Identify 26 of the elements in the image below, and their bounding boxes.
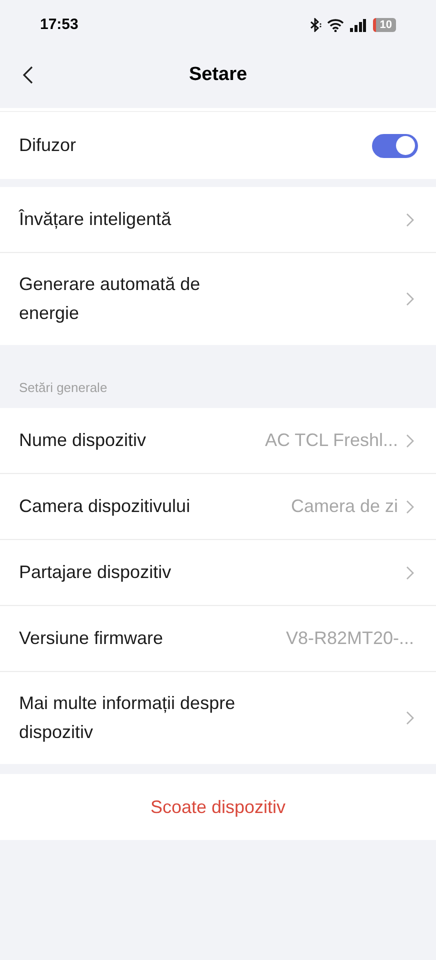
setting-label: Învățare inteligentă <box>19 208 172 231</box>
status-time: 17:53 <box>40 14 78 35</box>
setting-label: Mai multe informații despre dispozitiv <box>19 692 236 744</box>
chevron-icon <box>406 500 414 514</box>
bluetooth-icon <box>310 18 322 32</box>
setting-label: Nume dispozitiv <box>19 429 146 452</box>
chevron-icon <box>406 566 414 580</box>
toggle-switch[interactable] <box>372 134 418 158</box>
setting-label: Generare automată de energie <box>19 273 202 325</box>
chevron-icon <box>406 212 414 226</box>
battery-indicator: 10 <box>372 18 396 32</box>
setting-label: Versiune firmware <box>19 627 164 650</box>
section-header: Setări generale <box>19 378 108 397</box>
chevron-icon <box>406 711 414 725</box>
setting-value: V8-R82MT20-... <box>286 627 414 650</box>
setting-value: AC TCL Freshl... <box>264 429 398 452</box>
chevron-icon <box>406 292 414 306</box>
setting-label: Camera dispozitivului <box>19 495 190 518</box>
setting-value: Camera de zi <box>290 495 398 518</box>
remove-device-button[interactable]: Scoate dispozitiv <box>0 774 436 840</box>
setting-label: Partajare dispozitiv <box>19 561 172 584</box>
setting-label: Difuzor <box>19 134 76 157</box>
chevron-icon <box>406 434 414 448</box>
signal-icon <box>350 18 366 32</box>
wifi-icon <box>326 18 345 32</box>
page-title: Setare <box>188 62 248 87</box>
